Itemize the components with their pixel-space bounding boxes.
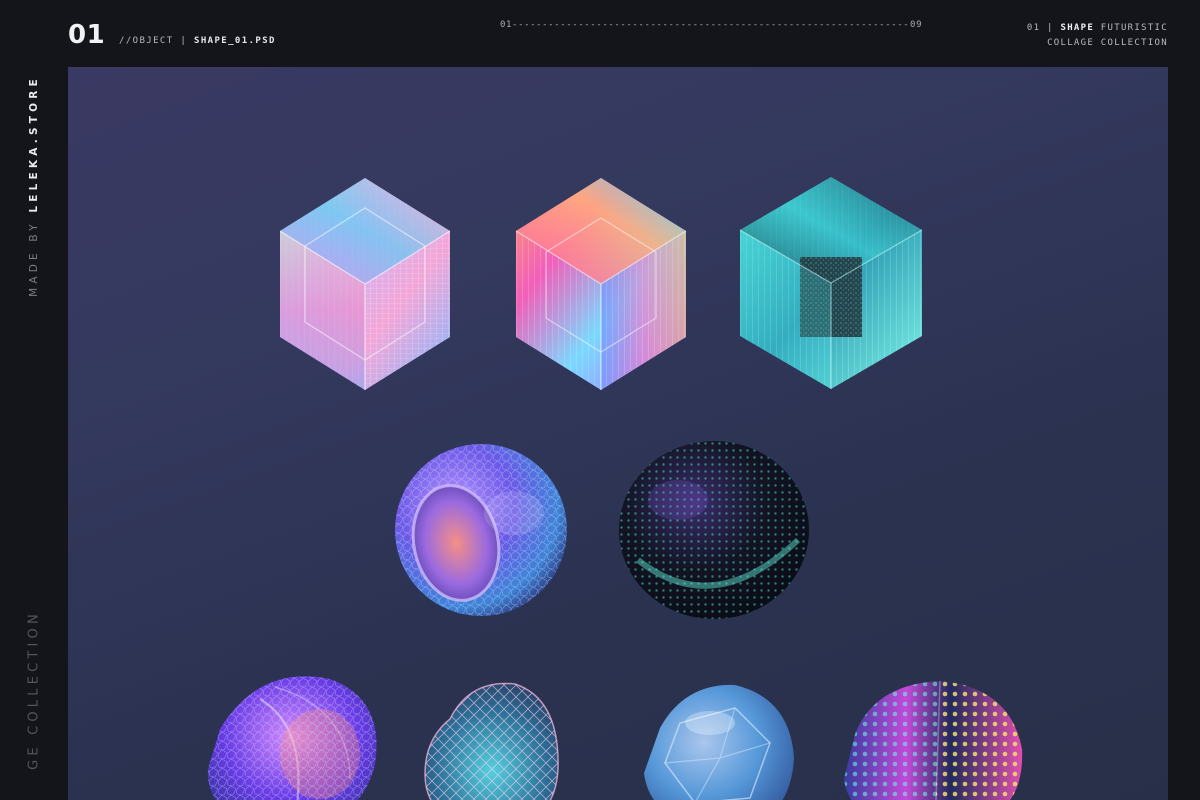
ring-sphere-violet-icon xyxy=(395,444,567,616)
hexagon-glass-pink-icon xyxy=(279,178,451,390)
collection-shape: SHAPE xyxy=(1060,23,1095,33)
hexagon-glass-teal-icon xyxy=(739,177,923,389)
wireframe-blob-icon xyxy=(424,682,559,800)
dotted-blob-yellow-dots xyxy=(935,681,1023,800)
wireframe-mesh xyxy=(425,683,559,800)
collection-side-label: GE COLLECTION xyxy=(26,610,42,770)
file-name: SHAPE_01.PSD xyxy=(194,36,276,46)
path-prefix: //OBJECT | xyxy=(119,36,195,46)
dotted-blob-rainbow-icon xyxy=(844,680,1023,800)
glass-sphere-body xyxy=(644,684,794,800)
pager-track: ----------------------------------------… xyxy=(512,20,910,30)
pager-end: 09 xyxy=(910,20,923,30)
artboard xyxy=(68,67,1168,800)
page: 01 //OBJECT | SHAPE_01.PSD 01-----------… xyxy=(0,0,1200,800)
dark-sphere-dots xyxy=(619,441,809,619)
twisted-sphere-violet-icon xyxy=(207,676,377,800)
collection-title-line1: 01 | SHAPE FUTURISTIC xyxy=(1027,21,1168,36)
dotted-blob-cyan-dots xyxy=(844,681,940,800)
hexagon-glass-rainbow-icon xyxy=(515,178,687,390)
pager: 01--------------------------------------… xyxy=(500,20,922,30)
glass-crystal-sphere-icon xyxy=(644,684,794,800)
dark-sphere-highlight xyxy=(648,480,708,520)
collection-title-line2: COLLAGE COLLECTION xyxy=(1047,38,1168,48)
collection-index: 01 | xyxy=(1026,23,1061,33)
brand-name: LELEKA.STORE xyxy=(28,75,40,213)
pager-start: 01 xyxy=(500,20,513,30)
twisted-crackle xyxy=(207,676,377,800)
dotted-sphere-dark-icon xyxy=(619,441,809,619)
collection-title: 01 | SHAPE FUTURISTIC COLLAGE COLLECTION xyxy=(1027,21,1168,51)
page-number: 01 xyxy=(68,20,106,50)
made-by-text: MADE BY xyxy=(28,212,40,297)
ring-sphere-highlight xyxy=(484,491,544,535)
glass-sphere-highlight xyxy=(685,711,735,735)
made-by-label: MADE BY LELEKA.STORE xyxy=(28,75,40,297)
file-path: //OBJECT | SHAPE_01.PSD xyxy=(119,36,276,46)
collection-futuristic: FUTURISTIC xyxy=(1094,23,1168,33)
